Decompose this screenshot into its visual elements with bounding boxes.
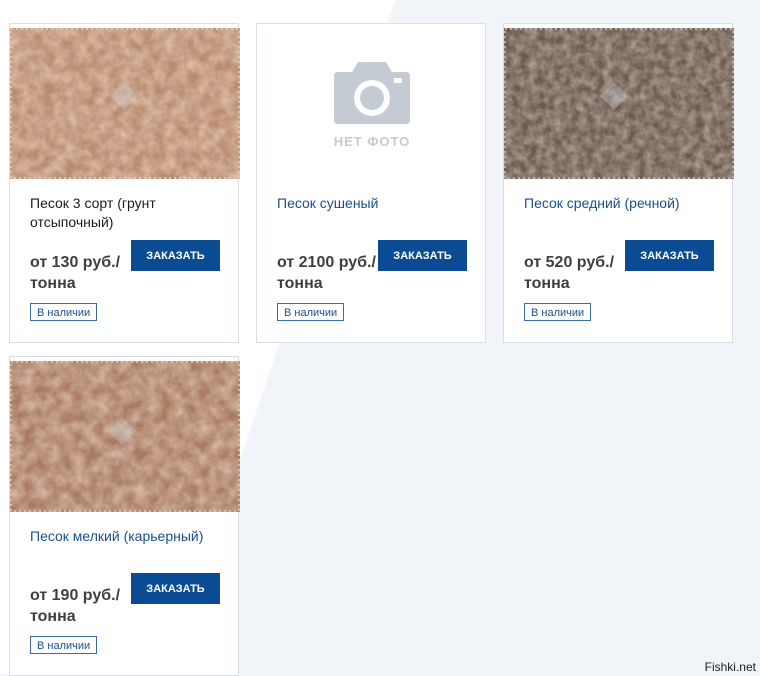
product-photo[interactable] (10, 361, 240, 512)
no-photo-placeholder[interactable]: НЕТ ФОТО (257, 24, 487, 184)
stock-badge: В наличии (277, 303, 345, 321)
product-title[interactable]: Песок мелкий (карьерный) (30, 527, 225, 546)
product-price: от 190 руб./тонна (30, 587, 121, 625)
product-card[interactable]: Песок мелкий (карьерный) от 190 руб./тон… (9, 356, 240, 676)
product-card[interactable]: Песок средний (речной) от 520 руб./тонна… (503, 23, 734, 343)
product-price: от 130 руб./тонна (30, 254, 121, 292)
product-photo[interactable] (10, 28, 240, 179)
product-photo[interactable] (504, 28, 734, 179)
order-button[interactable]: ЗАКАЗАТЬ (625, 240, 714, 271)
stock-badge: В наличии (524, 303, 592, 321)
product-title[interactable]: Песок средний (речной) (524, 194, 719, 213)
product-price: от 520 руб./тонна (524, 254, 615, 292)
product-card[interactable]: НЕТ ФОТО Песок сушеный от 2100 руб./тонн… (256, 23, 486, 343)
stock-badge: В наличии (30, 303, 98, 321)
product-card[interactable]: Песок 3 сорт (грунт отсыпочный) от 130 р… (9, 23, 240, 343)
camera-icon (334, 61, 410, 124)
product-price: от 2100 руб./тонна (277, 254, 376, 292)
order-button[interactable]: ЗАКАЗАТЬ (378, 240, 467, 271)
product-title[interactable]: Песок 3 сорт (грунт отсыпочный) (30, 194, 225, 232)
product-title[interactable]: Песок сушеный (277, 194, 472, 213)
order-button[interactable]: ЗАКАЗАТЬ (131, 240, 220, 271)
watermark-text: Fishki.net (704, 660, 756, 674)
stock-badge: В наличии (30, 636, 98, 654)
order-button[interactable]: ЗАКАЗАТЬ (131, 573, 220, 604)
no-photo-label: НЕТ ФОТО (333, 133, 411, 149)
